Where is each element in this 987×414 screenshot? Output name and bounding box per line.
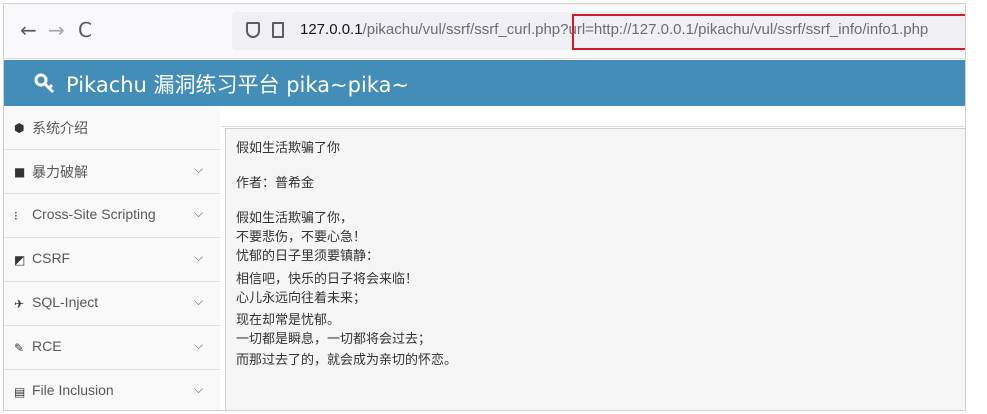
chevron-down-icon: ⌵ — [194, 250, 204, 264]
sidebar-item-bruteforce[interactable]: ■ 暴力破解 ⌵ — [4, 150, 220, 194]
poem-line: 而那过去了的，就会成为亲切的怀恋。 — [236, 353, 458, 368]
url-host: 127.0.0.1 — [300, 21, 363, 38]
sidebar-item-csrf[interactable]: ◩ CSRF ⌵ — [4, 238, 220, 282]
poem-line: 一切都是瞬息，一切都将会过去； — [236, 332, 432, 347]
poem-line: 现在却常是忧郁。 — [236, 313, 341, 328]
sidebar-item-rce[interactable]: ✎ RCE ⌵ — [4, 326, 220, 370]
back-icon[interactable]: ← — [20, 18, 37, 42]
poem-box: 假如生活欺骗了你 作者：普希金 假如生活欺骗了你， 不要悲伤，不要心急！ 忧郁的… — [225, 128, 965, 410]
reload-icon[interactable]: C — [78, 18, 92, 42]
sidebar-item-sqli[interactable]: ✈ SQL-Inject ⌵ — [4, 282, 220, 326]
poem-line: 相信吧，快乐的日子将会来临！ — [236, 272, 419, 287]
poem-title: 假如生活欺骗了你 — [236, 141, 341, 156]
chevron-down-icon: ⌵ — [194, 206, 204, 220]
plane-icon: ✈ — [14, 297, 25, 311]
sidebar: ⬢ 系统介绍 ■ 暴力破解 ⌵ ⁝ Cross-Site Scripting ⌵… — [4, 106, 220, 410]
filter-icon: ⁝ — [14, 209, 18, 223]
tag-icon: ⬢ — [14, 121, 25, 135]
url-highlight-box — [572, 14, 965, 50]
app-title[interactable]: Pikachu 漏洞练习平台 pika~pika~ — [66, 69, 409, 99]
key-icon — [34, 73, 55, 94]
sidebar-item-label: File Inclusion — [32, 382, 114, 398]
sidebar-item-label: 系统介绍 — [32, 120, 88, 136]
sidebar-item-intro[interactable]: ⬢ 系统介绍 — [4, 106, 220, 150]
sidebar-item-label: RCE — [32, 338, 62, 354]
lock-icon: ■ — [14, 165, 26, 179]
poem-line: 心儿永远向往着未来； — [236, 291, 367, 306]
content-topbar — [221, 106, 965, 127]
sidebar-item-label: CSRF — [32, 250, 71, 266]
chevron-down-icon: ⌵ — [194, 162, 204, 176]
poem-line: 假如生活欺骗了你， — [236, 211, 354, 226]
page-icon[interactable] — [272, 22, 284, 38]
sidebar-item-label: SQL-Inject — [32, 294, 99, 310]
poem-line: 忧郁的日子里须要镇静： — [236, 249, 380, 264]
chevron-down-icon: ⌵ — [194, 294, 204, 308]
sidebar-item-xss[interactable]: ⁝ Cross-Site Scripting ⌵ — [4, 194, 220, 238]
chevron-down-icon: ⌵ — [194, 338, 204, 352]
forward-icon[interactable]: → — [48, 18, 65, 42]
poem-line: 不要悲伤，不要心急！ — [236, 230, 367, 245]
main-content: 假如生活欺骗了你 作者：普希金 假如生活欺骗了你， 不要悲伤，不要心急！ 忧郁的… — [221, 106, 965, 410]
app-header: Pikachu 漏洞练习平台 pika~pika~ — [4, 60, 965, 106]
poem-author: 作者：普希金 — [236, 176, 315, 191]
sidebar-item-fileinclusion[interactable]: ▤ File Inclusion ⌵ — [4, 370, 220, 410]
sidebar-item-label: 暴力破解 — [32, 164, 88, 180]
shield-icon[interactable] — [246, 22, 260, 38]
pencil-icon: ✎ — [14, 341, 25, 355]
sidebar-item-label: Cross-Site Scripting — [32, 206, 156, 222]
file-icon: ▤ — [14, 385, 26, 399]
share-icon: ◩ — [14, 253, 26, 267]
chevron-down-icon: ⌵ — [194, 382, 204, 396]
browser-window: ← → C 127.0.0.1/pikachu/vul/ssrf/ssrf_cu… — [3, 3, 966, 411]
